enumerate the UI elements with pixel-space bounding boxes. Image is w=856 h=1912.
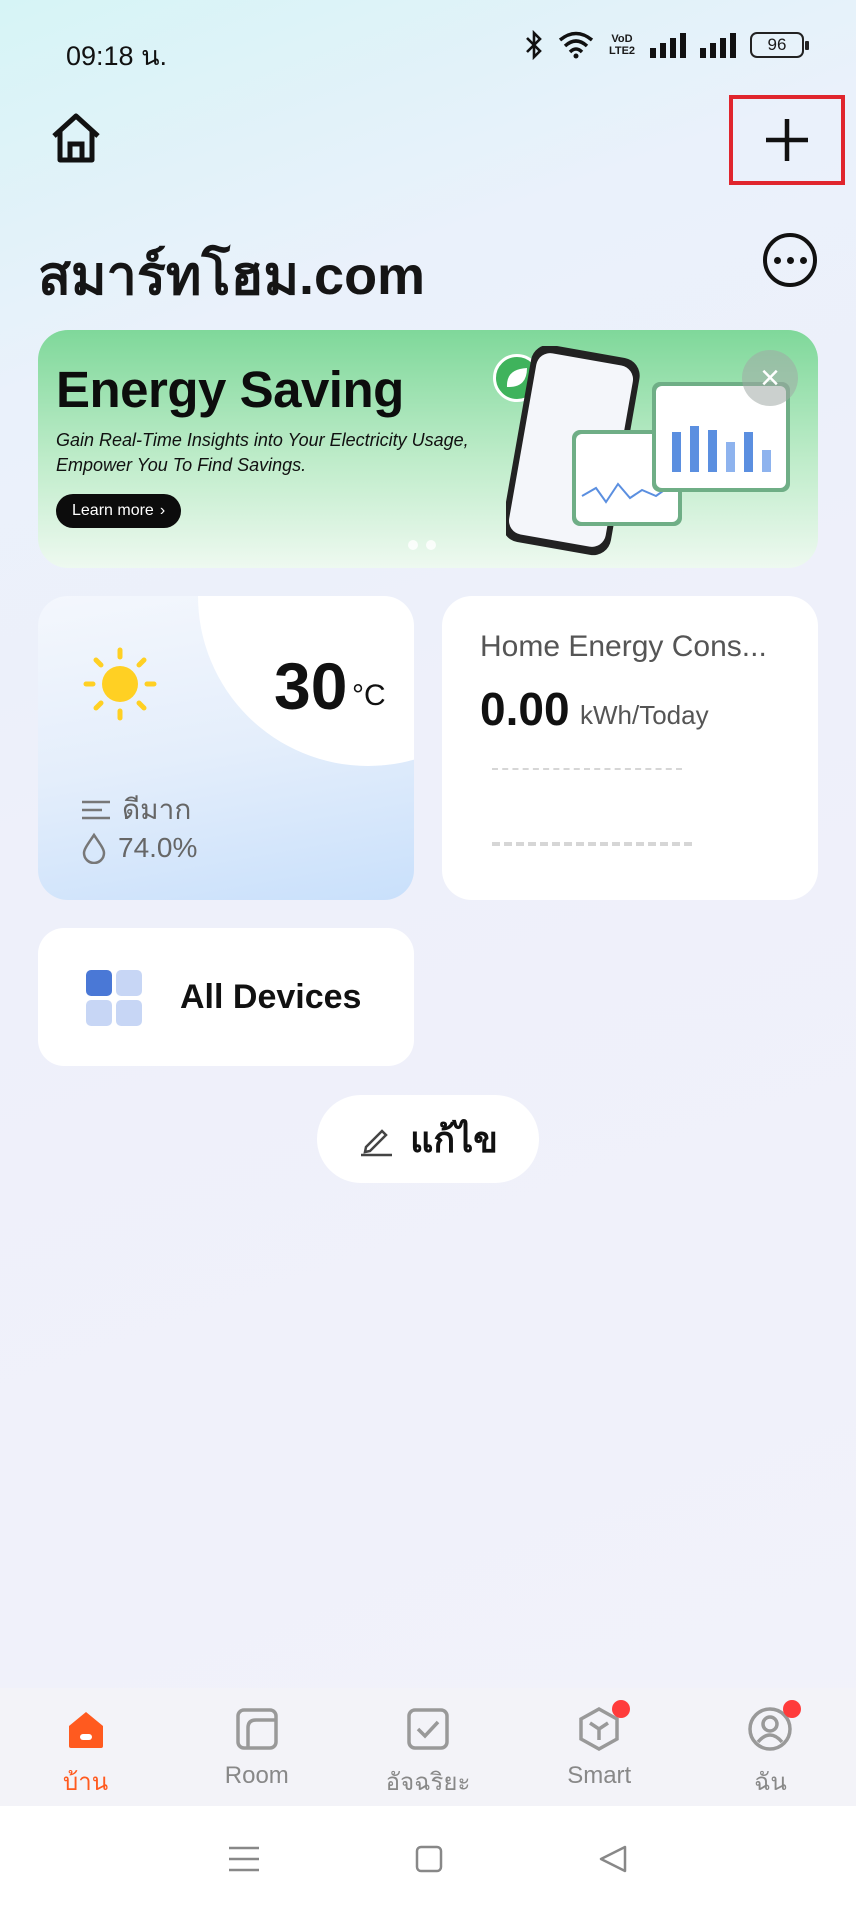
network-type-label: VoD LTE2 (608, 33, 636, 57)
home-square-icon[interactable] (414, 1844, 444, 1874)
temperature-value: 30 (274, 649, 348, 723)
home-icon (68, 1712, 103, 1748)
status-time: 09:18 น. (66, 41, 168, 71)
air-quality-text: ดีมาก (122, 794, 192, 825)
close-icon: × (760, 358, 780, 397)
more-dot-icon (799, 256, 807, 264)
energy-consumption-card[interactable]: Home Energy Cons... 0.00 kWh/Today (442, 596, 818, 900)
pencil-icon (361, 1129, 393, 1157)
sun-icon (83, 647, 157, 721)
bottom-tab-bar: บ้าน Room อัจฉริยะ Smart ฉัน (0, 1688, 856, 1806)
weather-card[interactable]: 30 °C ดีมาก 74.0% (38, 596, 414, 900)
tab-home[interactable]: บ้าน (0, 1688, 171, 1806)
edit-label: แก้ไข (410, 1118, 498, 1160)
system-nav-bar (0, 1806, 856, 1912)
smart-scene-icon (407, 1708, 449, 1750)
home-switch-button[interactable] (46, 108, 106, 168)
learn-more-button[interactable]: Learn more › (56, 494, 182, 528)
plus-icon (766, 119, 808, 161)
carousel-dots (408, 540, 436, 550)
banner-subtitle: Gain Real-Time Insights into Your Electr… (56, 430, 469, 475)
banner-close-button[interactable]: × (742, 350, 798, 406)
tab-label: Room (224, 1762, 289, 1789)
edit-button[interactable]: แก้ไข (317, 1095, 539, 1183)
house-icon (52, 113, 100, 163)
all-devices-label: All Devices (180, 978, 362, 1016)
wifi-icon (558, 31, 594, 59)
carousel-dot (408, 540, 418, 550)
water-drop-icon (82, 832, 106, 864)
tab-smart-scene[interactable]: อัจฉริยะ (342, 1688, 513, 1806)
notification-badge (783, 1700, 802, 1718)
tab-label: Smart (567, 1762, 632, 1789)
tab-label: บ้าน (63, 1769, 109, 1796)
energy-card-title: Home Energy Cons... (480, 630, 767, 663)
chevron-right-icon: › (159, 502, 166, 519)
energy-unit: kWh/Today (580, 700, 709, 730)
all-devices-card[interactable]: All Devices (38, 928, 414, 1066)
signal-icon (650, 33, 686, 58)
tab-profile[interactable]: ฉัน (685, 1688, 856, 1806)
more-dot-icon (786, 256, 794, 264)
humidity-row: 74.0% (80, 832, 197, 864)
tab-label: อัจฉริยะ (385, 1769, 471, 1796)
energy-saving-banner[interactable]: Energy Saving Gain Real-Time Insights in… (38, 330, 818, 568)
carousel-dot (426, 540, 436, 550)
add-device-button[interactable] (729, 95, 845, 185)
temperature-unit: °C (352, 679, 386, 712)
menu-icon[interactable] (227, 1844, 261, 1874)
signal-icon-2 (700, 33, 736, 58)
more-options-button[interactable] (763, 233, 817, 287)
tab-label: ฉัน (754, 1769, 787, 1796)
back-icon[interactable] (597, 1844, 629, 1874)
more-dot-icon (773, 256, 781, 264)
tab-smart[interactable]: Smart (514, 1688, 685, 1806)
battery-level: 96 (767, 35, 787, 54)
bluetooth-icon (526, 30, 542, 60)
status-icons: VoD LTE2 96 (524, 30, 809, 60)
battery-icon: 96 (750, 32, 809, 58)
humidity-text: 74.0% (118, 832, 198, 863)
home-title: สมาร์ทโฮม.com (38, 246, 426, 306)
air-quality-icon (82, 800, 110, 820)
grid-icon (86, 970, 142, 1026)
energy-chart-placeholder (492, 768, 682, 770)
learn-more-label: Learn more (72, 502, 154, 519)
tab-room[interactable]: Room (171, 1688, 342, 1806)
energy-value: 0.00 (480, 683, 570, 735)
room-icon (236, 1708, 278, 1750)
notification-badge (612, 1700, 631, 1718)
banner-title: Energy Saving (56, 361, 404, 418)
air-quality-row: ดีมาก (80, 788, 191, 832)
energy-chart-placeholder (492, 842, 692, 846)
